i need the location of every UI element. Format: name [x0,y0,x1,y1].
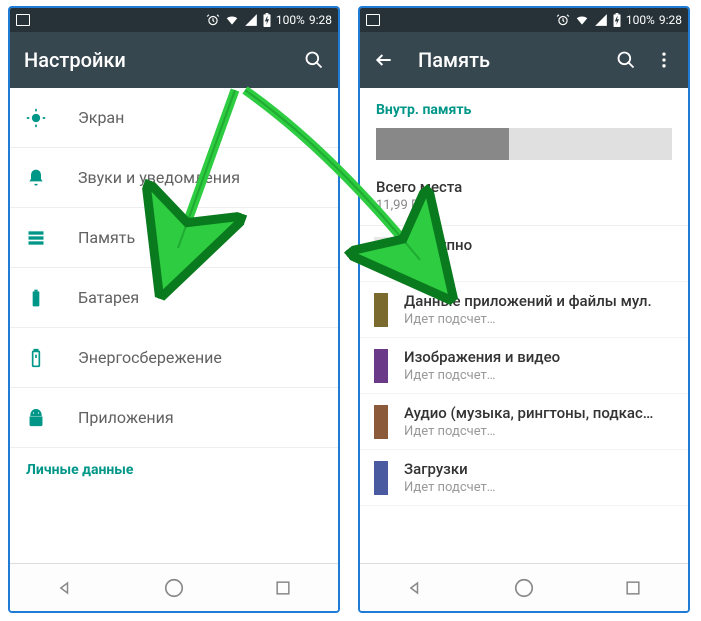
storage-row-value: Идет подсчет… [404,312,652,327]
settings-item-sound[interactable]: Звуки и уведомления [10,148,338,208]
nav-bar [360,563,688,611]
settings-item-label: Экран [78,108,124,127]
settings-item-label: Приложения [78,408,174,427]
back-icon[interactable] [374,50,394,70]
storage-total-value: 11,99 ГБ [376,198,672,213]
storage-row-label: Аудио (музыка, рингтоны, подкаст. [404,404,654,422]
battery-pct: 100% [276,13,305,27]
storage-row-images[interactable]: Изображения и видео Идет подсчет… [360,338,688,394]
signal-icon [594,13,608,27]
nav-recent-icon[interactable] [272,577,294,599]
settings-item-label: Энергосбережение [78,348,222,367]
storage-total: Всего места 11,99 ГБ [360,174,688,226]
battery-icon [26,288,66,308]
nav-recent-icon[interactable] [622,577,644,599]
alarm-icon [206,13,220,27]
display-icon [26,108,66,128]
signal-icon [244,13,258,27]
storage-swatch [374,405,388,439]
app-bar: Настройки [10,32,338,88]
alarm-icon [556,13,570,27]
search-icon[interactable] [616,50,636,70]
power-saving-icon [26,348,66,368]
settings-item-storage[interactable]: Память [10,208,338,268]
storage-swatch [374,237,388,271]
more-icon[interactable] [654,50,674,70]
storage-row-downloads[interactable]: Загрузки Идет подсчет… [360,450,688,506]
storage-row-label: Изображения и видео [404,348,560,366]
screenshot-icon [16,14,30,26]
storage-usage-used [376,128,509,160]
storage-swatch [374,293,388,327]
section-header-personal: Личные данные [10,448,338,484]
settings-item-battery[interactable]: Батарея [10,268,338,328]
battery-icon [262,13,272,27]
settings-item-label: Звуки и уведомления [78,168,240,187]
storage-swatch [374,349,388,383]
settings-list: Экран Звуки и уведомления Память Батарея… [10,88,338,563]
phone-settings: 100% 9:28 Настройки Экран Звуки и уведом… [8,6,340,613]
nav-bar [10,563,338,611]
storage-row-value: 6,63 ГБ [404,256,472,271]
storage-total-label: Всего места [376,178,672,196]
status-bar: 100% 9:28 [10,8,338,32]
page-title: Память [418,48,616,72]
storage-row-label: Данные приложений и файлы мул. [404,292,652,310]
wifi-icon [224,13,240,27]
storage-swatch [374,461,388,495]
android-icon [26,408,66,428]
nav-home-icon[interactable] [163,577,185,599]
phone-storage: 100% 9:28 Память Внутр. память Всего мес… [358,6,690,613]
battery-pct: 100% [626,13,655,27]
page-title: Настройки [24,48,304,72]
settings-item-apps[interactable]: Приложения [10,388,338,448]
nav-home-icon[interactable] [513,577,535,599]
storage-icon [26,228,66,248]
screenshot-icon [366,14,380,26]
search-icon[interactable] [304,50,324,70]
app-bar: Память [360,32,688,88]
bell-icon [26,168,66,188]
nav-back-icon[interactable] [54,577,76,599]
internal-storage-header: Внутр. память [360,88,688,128]
status-bar: 100% 9:28 [360,8,688,32]
settings-item-label: Батарея [78,288,139,307]
storage-row-audio[interactable]: Аудио (музыка, рингтоны, подкаст. Идет п… [360,394,688,450]
settings-item-power-saving[interactable]: Энергосбережение [10,328,338,388]
storage-usage-bar [376,128,672,160]
clock: 9:28 [309,13,332,27]
nav-back-icon[interactable] [404,577,426,599]
storage-content: Внутр. память Всего места 11,99 ГБ Досту… [360,88,688,563]
storage-row-available[interactable]: Доступно 6,63 ГБ [360,226,688,282]
battery-icon [612,13,622,27]
settings-item-display[interactable]: Экран [10,88,338,148]
storage-row-label: Доступно [404,236,472,254]
clock: 9:28 [659,13,682,27]
storage-row-label: Загрузки [404,460,496,478]
storage-row-value: Идет подсчет… [404,424,654,439]
storage-row-apps[interactable]: Данные приложений и файлы мул. Идет подс… [360,282,688,338]
storage-row-value: Идет подсчет… [404,480,496,495]
wifi-icon [574,13,590,27]
storage-row-value: Идет подсчет… [404,368,560,383]
settings-item-label: Память [78,228,135,247]
